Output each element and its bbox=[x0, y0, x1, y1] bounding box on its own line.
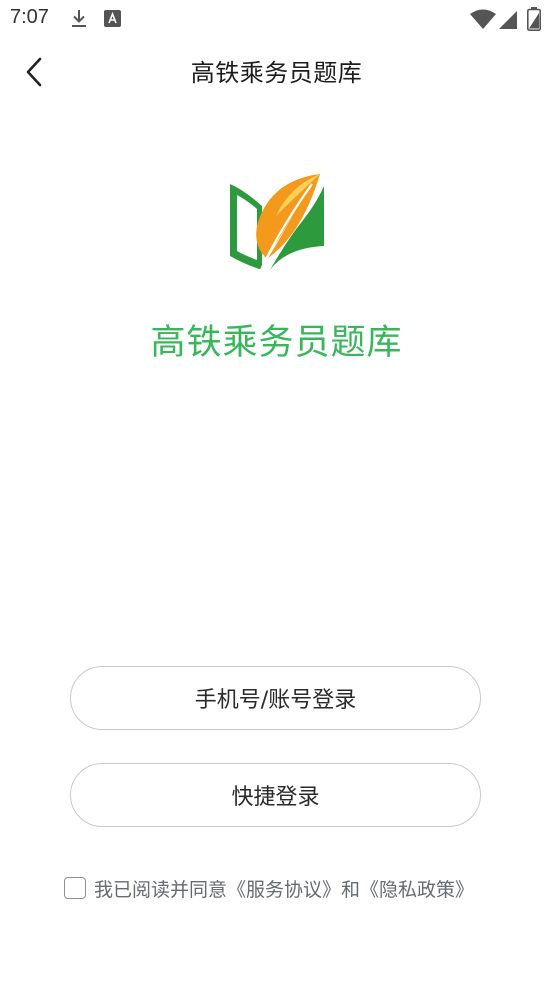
signal-icon bbox=[499, 9, 519, 33]
nav-bar: 高铁乘务员题库 bbox=[0, 38, 553, 104]
battery-icon bbox=[527, 7, 541, 35]
agreement-text: 我已阅读并同意 bbox=[94, 878, 228, 901]
service-agreement-link[interactable]: 《服务协议》 bbox=[227, 875, 341, 902]
privacy-policy-link[interactable]: 《隐私政策》 bbox=[360, 875, 474, 902]
download-icon bbox=[70, 8, 88, 34]
phone-account-login-button[interactable]: 手机号/账号登录 bbox=[70, 666, 481, 730]
quick-login-button[interactable]: 快捷登录 bbox=[70, 763, 481, 827]
app-name: 高铁乘务员题库 bbox=[150, 323, 403, 363]
agreement-conjunction: 和 bbox=[341, 878, 361, 901]
page-title: 高铁乘务员题库 bbox=[190, 59, 363, 87]
status-time: 7:07 bbox=[10, 6, 49, 28]
font-badge-icon bbox=[104, 10, 121, 31]
status-bar: 7:07 bbox=[0, 0, 553, 38]
agreement-row: 我已阅读并同意 《服务协议》 和 《隐私政策》 bbox=[64, 875, 474, 901]
agreement-checkbox[interactable] bbox=[64, 877, 86, 899]
wifi-icon bbox=[470, 9, 496, 33]
leaf-book-logo bbox=[228, 172, 326, 280]
